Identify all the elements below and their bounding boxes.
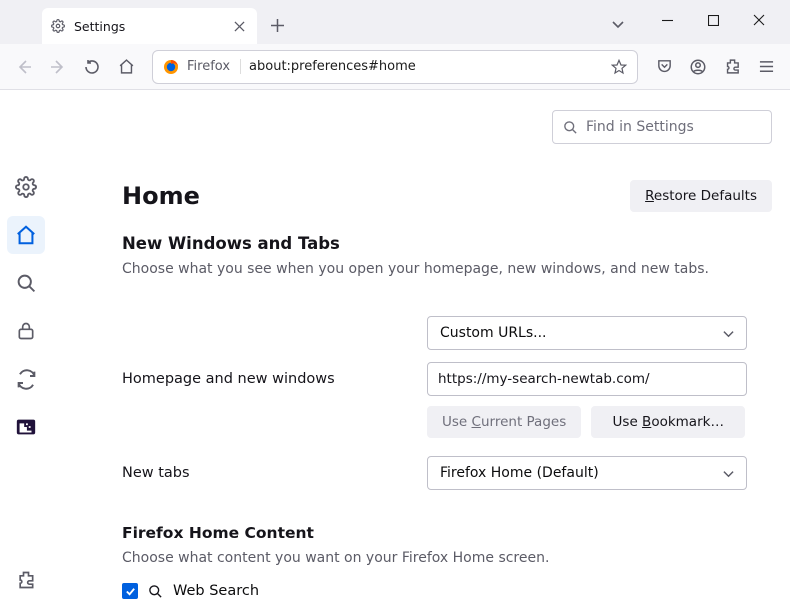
url-text: about:preferences#home [249, 59, 603, 74]
use-current-pages-button[interactable]: Use Current Pages [427, 406, 581, 438]
minimize-button[interactable] [644, 3, 690, 37]
menu-button[interactable] [750, 51, 782, 83]
section-new-windows-title: New Windows and Tabs [122, 234, 772, 253]
section-new-windows-desc: Choose what you see when you open your h… [122, 259, 772, 280]
section-home-content-desc: Choose what content you want on your Fir… [122, 548, 772, 569]
web-search-checkbox-row[interactable]: Web Search [122, 583, 772, 599]
homepage-label: Homepage and new windows [122, 371, 427, 387]
firefox-logo-icon [163, 59, 179, 75]
close-tab-icon[interactable] [229, 16, 249, 36]
search-icon [563, 120, 578, 135]
window-titlebar: Settings [0, 0, 790, 44]
url-bar[interactable]: Firefox about:preferences#home [152, 50, 638, 84]
restore-defaults-button[interactable]: Restore Defaults [630, 180, 772, 212]
sidebar-item-extensions[interactable] [7, 561, 45, 599]
sidebar-item-search[interactable] [7, 264, 45, 302]
newtabs-label: New tabs [122, 465, 427, 481]
homepage-url-input[interactable] [427, 362, 747, 396]
new-tab-button[interactable] [263, 11, 291, 39]
tab-label: Settings [74, 19, 221, 34]
gear-icon [50, 18, 66, 34]
content-area: Find in Settings Home Restore Defaults N… [0, 90, 790, 615]
newtabs-select[interactable]: Firefox Home (Default) [427, 456, 747, 490]
sidebar-item-sync[interactable] [7, 360, 45, 398]
reload-button[interactable] [76, 51, 108, 83]
settings-sidebar [0, 90, 52, 615]
homepage-mode-select[interactable]: Custom URLs... [427, 316, 747, 350]
pocket-button[interactable] [648, 51, 680, 83]
sidebar-item-home[interactable] [7, 216, 45, 254]
sidebar-item-privacy[interactable] [7, 312, 45, 350]
home-button[interactable] [110, 51, 142, 83]
account-button[interactable] [682, 51, 714, 83]
browser-tab[interactable]: Settings [42, 8, 257, 44]
sidebar-item-general[interactable] [7, 168, 45, 206]
newtabs-select-value: Firefox Home (Default) [440, 465, 599, 481]
sidebar-item-more[interactable] [7, 408, 45, 446]
page-title: Home [122, 182, 200, 210]
find-placeholder: Find in Settings [586, 119, 694, 135]
chevron-down-icon [723, 328, 734, 339]
section-home-content-title: Firefox Home Content [122, 524, 772, 542]
homepage-select-value: Custom URLs... [440, 325, 547, 341]
settings-main: Find in Settings Home Restore Defaults N… [52, 90, 790, 615]
use-bookmark-button[interactable]: Use Bookmark… [591, 406, 745, 438]
find-in-settings-input[interactable]: Find in Settings [552, 110, 772, 144]
forward-button[interactable] [42, 51, 74, 83]
back-button[interactable] [8, 51, 40, 83]
identity-label: Firefox [187, 59, 241, 74]
tab-list-button[interactable] [602, 18, 634, 30]
sidebar-bottom [0, 561, 52, 599]
chevron-down-icon [723, 468, 734, 479]
browser-toolbar: Firefox about:preferences#home [0, 44, 790, 90]
search-icon [148, 584, 163, 599]
maximize-button[interactable] [690, 3, 736, 37]
checkbox-checked-icon[interactable] [122, 583, 138, 599]
close-window-button[interactable] [736, 3, 782, 37]
extensions-button[interactable] [716, 51, 748, 83]
bookmark-star-icon[interactable] [611, 59, 627, 75]
web-search-label: Web Search [173, 583, 259, 599]
window-controls [644, 3, 782, 37]
